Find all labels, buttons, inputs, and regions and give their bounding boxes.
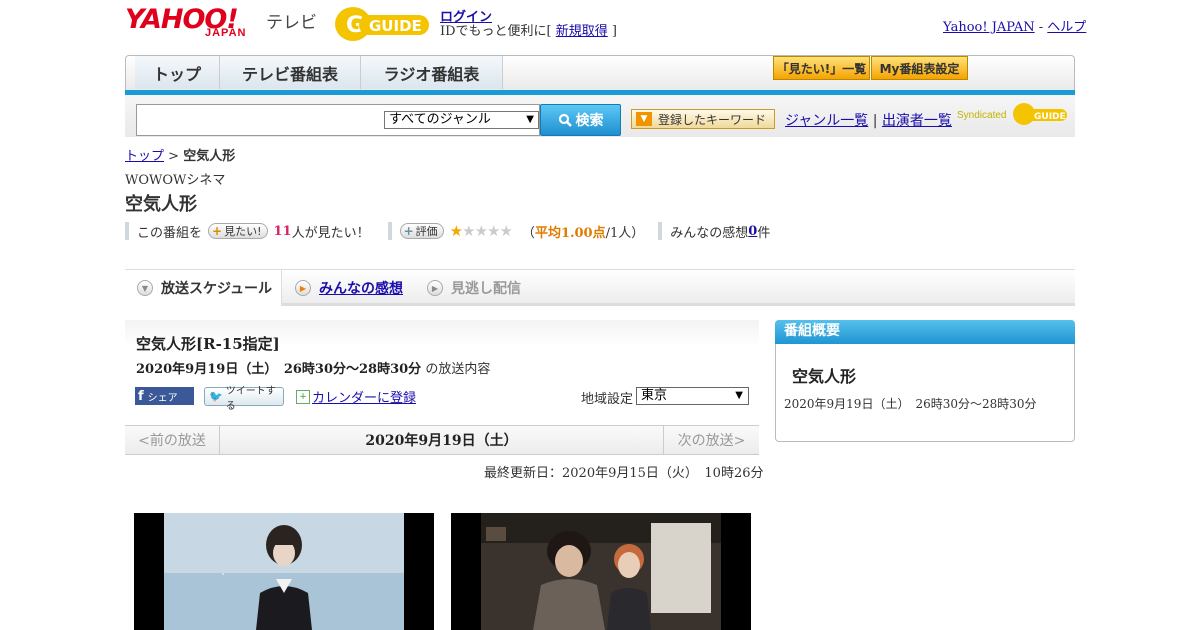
rating-average: 平均1.00点 [534,225,606,241]
tweet-label: ツイートする [225,385,276,412]
registered-keyword-button[interactable]: ▼ 登録したキーワード [631,109,775,129]
broadcast-title: 空気人形[R-15指定] [136,335,280,353]
breadcrumb: トップ > 空気人形 [125,145,235,164]
breadcrumb-top-link[interactable]: トップ [125,149,164,164]
facebook-icon: f [138,388,144,404]
yahoo-logo-japan: JAPAN [205,27,247,39]
prev-broadcast-link: <前の放送 [125,426,220,454]
page-title: 空気人形 [125,194,197,215]
my-program-settings-button[interactable]: My番組表設定 [871,56,968,80]
nav-tab-top[interactable]: トップ [135,56,220,89]
divider [387,222,392,240]
facebook-share-button[interactable]: f シェア [135,387,194,405]
top-right-links: Yahoo! JAPAN - ヘルプ [943,16,1086,35]
program-actions-row: この番組を + 見たい! 11 人が見たい！ + 評価 ★★★★★ （平均1.00点… [125,221,770,241]
twitter-bird-icon: 🐦 [209,390,223,403]
program-summary-title: 空気人形 [792,367,857,386]
genre-select[interactable]: すべてのジャンル ▼ [384,111,539,129]
rating-button[interactable]: + 評価 [399,223,444,239]
plus-icon: + [212,224,223,238]
divider [125,222,129,240]
play-arrow-icon: ▶ [295,280,311,296]
want-button-label: 見たい! [224,225,262,238]
region-select[interactable]: 東京 ▼ [636,387,749,405]
dropdown-arrow-icon: ▼ [636,112,652,126]
rating-button-label: 評価 [415,225,438,238]
id-promo: IDでもっと便利に[ 新規取得 ] [440,20,617,39]
nav-tab-radio[interactable]: ラジオ番組表 [361,56,503,89]
tv-label: テレビ [266,13,317,33]
tab-schedule[interactable]: ▼ 放送スケジュール [125,270,282,306]
star-filled-icon: ★ [449,222,463,240]
impressions-suffix: 件 [757,225,771,241]
gguide-text: GUIDE [369,17,422,35]
nav-tab-tv[interactable]: テレビ番組表 [220,56,361,89]
search-icon [558,113,572,127]
region-selected: 東京 [641,388,668,403]
chevron-down-icon: ▼ [526,114,534,125]
help-link[interactable]: ヘルプ [1047,20,1086,35]
mitai-list-button[interactable]: 「見たい!」一覧 [773,56,870,80]
id-suffix: ] [607,24,617,39]
breadcrumb-current: 空気人形 [183,149,236,164]
list-link-separator: | [868,113,882,129]
rating-open: （ [521,225,535,241]
tab-missed: ▶ 見逃し配信 [427,270,537,306]
search-button[interactable]: 検索 [540,104,621,136]
last-updated: 最終更新日：2020年9月15日（火） 10時26分 [484,466,764,481]
tweet-button[interactable]: 🐦 ツイートする [204,386,284,412]
tab-impressions[interactable]: ▶ みんなの感想 [295,270,415,306]
next-broadcast-link: 次の放送> [663,426,759,454]
top-link-separator: - [1034,20,1048,35]
search-button-label: 検索 [575,113,604,129]
impressions-count-link[interactable]: 0 [748,224,757,239]
want-button[interactable]: + 見たい! [208,223,268,239]
channel-name: WOWOWシネマ [125,173,226,188]
syndicated-label: Syndicated [957,110,1007,121]
tab-missed-label: 見逃し配信 [451,281,521,297]
broadcast-datetime: 2020年9月19日（土） 26時30分～28時30分 [136,362,422,377]
calendar-icon: + [296,389,310,404]
broadcast-datetime-line: 2020年9月19日（土） 26時30分～28時30分 の放送内容 [136,358,490,377]
program-image-1 [134,513,434,630]
chevron-down-icon: ▼ [735,390,743,401]
star-rating: ★★★★★ [449,222,513,240]
facebook-share-label: シェア [147,392,178,404]
rating-count: /1人） [605,225,645,241]
breadcrumb-separator: > [164,149,184,164]
yahoo-japan-link[interactable]: Yahoo! JAPAN [943,20,1035,35]
want-count: 11 [273,223,292,239]
syndicated-gguide-text: GUIDE [1034,112,1066,122]
divider [658,222,663,240]
broadcast-datetime-suffix: の放送内容 [421,362,491,377]
performer-list-link[interactable]: 出演者一覧 [882,113,952,129]
tab-schedule-label: 放送スケジュール [161,281,273,297]
gguide-logo[interactable]: G GUIDE [333,5,433,43]
syndicated-gguide-logo: GUIDE [1013,103,1067,125]
genre-list-link[interactable]: ジャンル一覧 [785,113,868,129]
calendar-link[interactable]: カレンダーに登録 [312,387,416,406]
pager-current-date: 2020年9月19日（土） [365,433,518,449]
want-suffix: 人が見たい！ [291,225,370,241]
star-empty-icon: ★★★★ [462,222,513,240]
signup-link[interactable]: 新規取得 [556,24,608,39]
tab-impressions-label[interactable]: みんなの感想 [319,278,403,298]
program-summary-header: 番組概要 [775,320,1075,344]
play-arrow-icon: ▶ [427,280,443,296]
want-prefix: この番組を [137,225,203,241]
calendar-register[interactable]: + カレンダーに登録 [296,387,416,406]
region-label: 地域設定 [581,392,634,407]
plus-icon: + [403,224,414,238]
impressions-label: みんなの感想 [670,225,749,241]
program-summary-datetime: 2020年9月19日（土） 26時30分～28時30分 [784,397,1037,411]
registered-keyword-label: 登録したキーワード [658,112,767,127]
program-image-2 [451,513,751,630]
id-prefix: IDでもっと便利に[ [440,24,556,39]
list-links: ジャンル一覧 | 出演者一覧 [785,110,952,130]
genre-selected: すべてのジャンル [389,112,491,127]
chevron-down-icon: ▼ [137,280,153,296]
